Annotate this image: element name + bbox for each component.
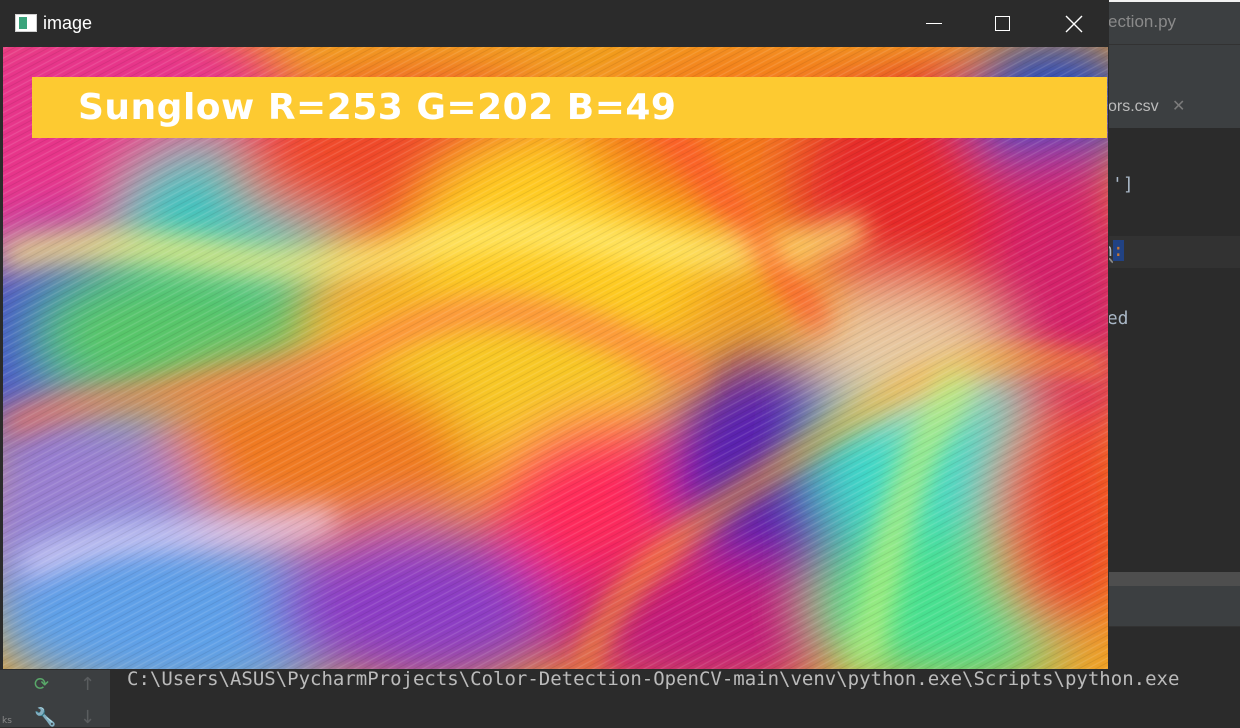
minimize-icon — [926, 23, 942, 24]
wrench-icon[interactable]: 🔧 — [34, 707, 56, 728]
opencv-image-window: image Sunglow R=253 G=202 B=49 — [0, 0, 1109, 670]
editor-caret-line — [1108, 236, 1240, 268]
rerun-icon[interactable]: ⟳ — [34, 674, 49, 695]
minimize-button[interactable] — [906, 0, 962, 47]
arrow-up-icon[interactable]: ↑ — [80, 674, 95, 695]
detected-color-label: Sunglow R=253 G=202 B=49 — [78, 87, 677, 128]
run-panel-header — [1108, 586, 1240, 627]
tab-close-icon[interactable]: ✕ — [1172, 96, 1185, 115]
editor-tab-colors-csv[interactable]: ors.csv — [1108, 98, 1159, 116]
ide-toolbar — [1108, 44, 1240, 89]
code-token-highlight: : — [1112, 240, 1124, 261]
side-panel-label: ks — [2, 716, 12, 726]
maximize-button[interactable] — [974, 0, 1030, 47]
arrow-down-icon[interactable]: ↓ — [80, 707, 95, 728]
close-button[interactable] — [1046, 0, 1102, 47]
abstract-paint-image[interactable] — [3, 47, 1108, 669]
window-title: image — [43, 13, 93, 33]
window-titlebar[interactable]: image — [0, 0, 1109, 47]
window-app-icon — [15, 14, 37, 32]
editor-horizontal-scrollbar[interactable] — [1108, 572, 1240, 586]
color-canvas-image[interactable] — [3, 47, 1108, 669]
code-line: '] — [1112, 174, 1134, 195]
editor-tab-detection-py[interactable]: ection.py — [1108, 12, 1176, 32]
console-output-line: C:\Users\ASUS\PycharmProjects\Color-Dete… — [127, 668, 1180, 690]
maximize-icon — [994, 16, 1010, 31]
close-icon — [1065, 15, 1083, 32]
